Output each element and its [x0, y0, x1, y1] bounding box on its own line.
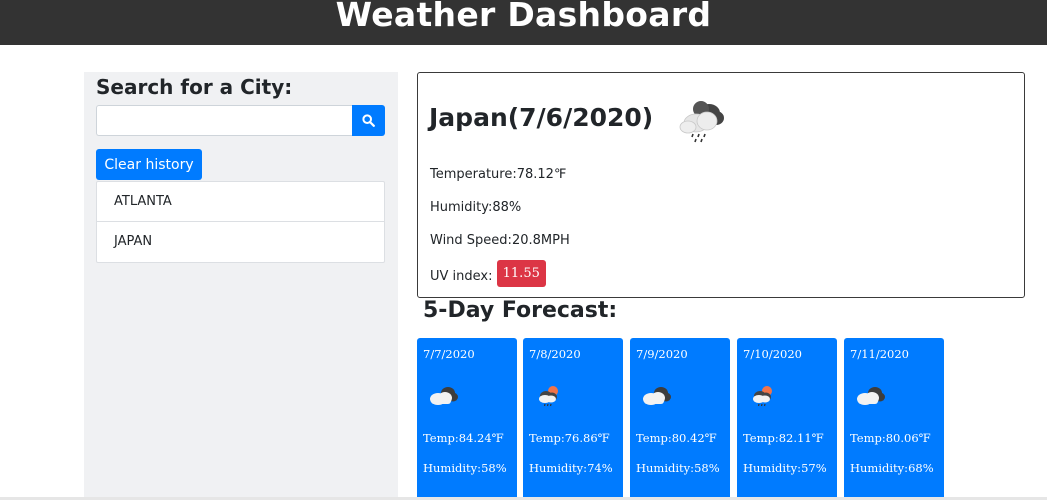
forecast-temp: Temp:80.42℉	[636, 431, 717, 445]
forecast-humidity: Humidity:74%	[529, 461, 613, 475]
forecast-temp: Temp:76.86℉	[529, 431, 610, 445]
temperature-label: Temperature:	[430, 167, 517, 182]
search-sidebar: Search for a City: Clear history ATLANTA…	[84, 72, 398, 500]
forecast-temp: Temp:80.06℉	[850, 431, 931, 445]
forecast-date: 7/11/2020	[850, 347, 909, 361]
clear-history-button[interactable]: Clear history	[96, 149, 202, 180]
forecast-humidity: Humidity:58%	[636, 461, 720, 475]
forecast-date: 7/10/2020	[743, 347, 802, 361]
humidity-value: 88%	[492, 200, 522, 215]
forecast-card: 7/9/2020 Temp:80.42℉ Humidity:58%	[630, 338, 730, 500]
current-weather-card: Japan(7/6/2020) Temperature:78.12℉ Humid…	[417, 72, 1025, 298]
forecast-humidity: Humidity:57%	[743, 461, 827, 475]
humidity-stat: Humidity:88%	[430, 200, 521, 215]
current-city-title: Japan(7/6/2020)	[429, 103, 654, 132]
cloud-icon	[430, 387, 458, 405]
history-item-atlanta[interactable]: ATLANTA	[97, 182, 384, 222]
forecast-date: 7/7/2020	[423, 347, 475, 361]
forecast-humidity: Humidity:58%	[423, 461, 507, 475]
forecast-heading: 5-Day Forecast:	[423, 298, 618, 323]
history-item-japan[interactable]: JAPAN	[97, 222, 384, 262]
cloud-icon	[857, 387, 885, 405]
forecast-temp: Temp:82.11℉	[743, 431, 824, 445]
rain-cloud-icon	[679, 101, 724, 143]
search-history-list: ATLANTA JAPAN	[96, 181, 385, 263]
city-search-input[interactable]	[96, 105, 352, 136]
forecast-date: 7/9/2020	[636, 347, 688, 361]
uv-index-stat: UV index: 11.55	[430, 260, 546, 287]
uv-index-label: UV index:	[430, 269, 493, 284]
wind-speed-value: 20.8MPH	[511, 233, 570, 248]
forecast-temp: Temp:84.24℉	[423, 431, 504, 445]
humidity-label: Humidity:	[430, 200, 493, 215]
wind-speed-label: Wind Speed:	[430, 233, 512, 248]
page-title: Weather Dashboard	[335, 0, 712, 34]
app-header: Weather Dashboard	[0, 0, 1047, 45]
uv-index-badge: 11.55	[496, 260, 546, 287]
sun-rain-cloud-icon	[539, 386, 558, 407]
search-heading: Search for a City:	[96, 75, 293, 99]
forecast-card: 7/10/2020 Temp:82.11℉ Humidity:57%	[737, 338, 837, 500]
forecast-card: 7/7/2020 Temp:84.24℉ Humidity:58%	[417, 338, 517, 500]
forecast-date: 7/8/2020	[529, 347, 581, 361]
search-button[interactable]	[352, 105, 385, 136]
temperature-value: 78.12℉	[516, 167, 567, 182]
wind-speed-stat: Wind Speed:20.8MPH	[430, 233, 570, 248]
search-icon	[362, 114, 375, 127]
cloud-icon	[643, 387, 671, 405]
forecast-humidity: Humidity:68%	[850, 461, 934, 475]
forecast-card: 7/11/2020 Temp:80.06℉ Humidity:68%	[844, 338, 944, 500]
forecast-card: 7/8/2020 Temp:76.86℉ Humidity:74%	[523, 338, 623, 500]
sun-rain-cloud-icon	[753, 386, 772, 407]
temperature-stat: Temperature:78.12℉	[430, 167, 566, 182]
